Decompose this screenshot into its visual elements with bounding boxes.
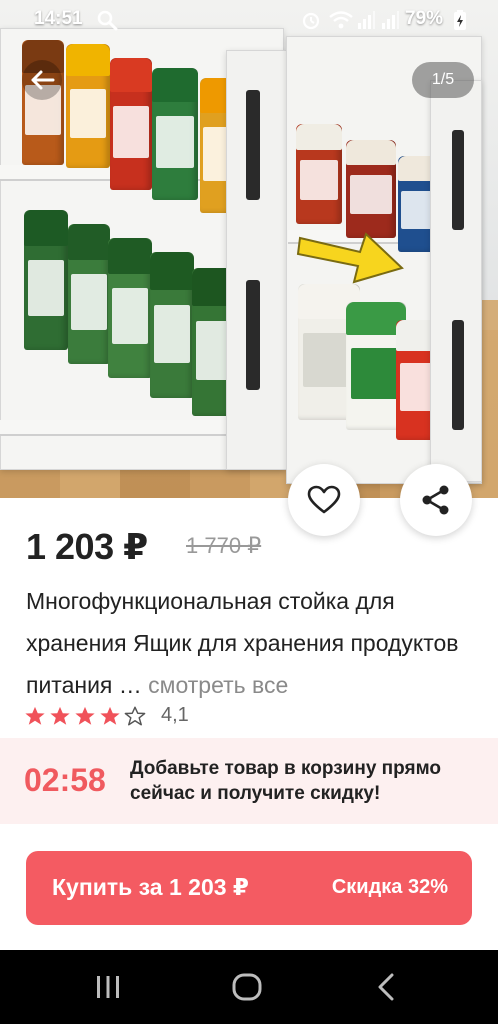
share-button[interactable] bbox=[400, 464, 472, 536]
buy-button[interactable]: Купить за 1 203 ₽ Скидка 32% bbox=[26, 851, 472, 925]
signal-icon bbox=[382, 11, 399, 29]
alarm-icon bbox=[302, 12, 320, 30]
star-icon bbox=[100, 706, 120, 725]
buy-button-discount: Скидка 32% bbox=[331, 876, 448, 898]
rack-slot bbox=[452, 130, 464, 230]
star-icon bbox=[25, 706, 45, 725]
signal-icon bbox=[358, 11, 375, 29]
back-nav-icon[interactable] bbox=[374, 970, 398, 1004]
spice-jar bbox=[110, 58, 152, 190]
spice-jar bbox=[68, 224, 110, 364]
product-price: 1 203 ₽ bbox=[26, 526, 148, 567]
rack-slot bbox=[452, 320, 464, 430]
spice-jar bbox=[108, 238, 152, 378]
arrow-left-icon bbox=[31, 70, 55, 90]
spice-jar bbox=[150, 252, 194, 398]
rack-shelf bbox=[0, 420, 240, 436]
share-icon bbox=[422, 485, 449, 515]
favorite-button[interactable] bbox=[288, 464, 360, 536]
wifi-icon bbox=[329, 11, 353, 29]
rack-slot bbox=[246, 280, 260, 390]
search-icon bbox=[97, 10, 118, 31]
promo-timer: 02:58 bbox=[24, 762, 106, 798]
spice-jar bbox=[66, 44, 110, 168]
recent-apps-icon[interactable] bbox=[94, 970, 122, 1004]
star-outline-icon bbox=[124, 706, 146, 725]
spice-jar bbox=[22, 40, 64, 165]
gallery-counter: 1/5 bbox=[412, 62, 474, 98]
rating-value: 4,1 bbox=[161, 704, 189, 726]
rack-slot bbox=[246, 90, 260, 200]
star-icon bbox=[75, 706, 95, 725]
see-all-link[interactable]: смотреть все bbox=[148, 672, 288, 698]
heart-icon bbox=[307, 485, 341, 514]
back-button[interactable] bbox=[22, 60, 62, 100]
status-bar: 14:51 79% bbox=[0, 0, 498, 38]
battery-level: 79% bbox=[405, 8, 444, 29]
product-rating[interactable]: 4,1 bbox=[24, 704, 189, 727]
promo-banner: 02:58 Добавьте товар в корзину прямо сей… bbox=[0, 738, 498, 824]
spice-jar bbox=[152, 68, 198, 200]
arrow-graphic bbox=[296, 232, 404, 284]
product-old-price: 1 770 ₽ bbox=[186, 533, 262, 558]
spice-jar bbox=[296, 124, 342, 224]
system-nav-bar bbox=[0, 950, 498, 1024]
status-time: 14:51 bbox=[34, 8, 83, 29]
home-icon[interactable] bbox=[230, 970, 264, 1004]
promo-text: Добавьте товар в корзину прямо сейчас и … bbox=[130, 758, 442, 804]
spice-jar bbox=[24, 210, 68, 350]
buy-button-label: Купить за 1 203 ₽ bbox=[52, 874, 249, 900]
battery-icon bbox=[454, 10, 466, 30]
star-icon bbox=[50, 706, 70, 725]
product-title: Многофункциональная стойка для хранения … bbox=[26, 580, 476, 706]
